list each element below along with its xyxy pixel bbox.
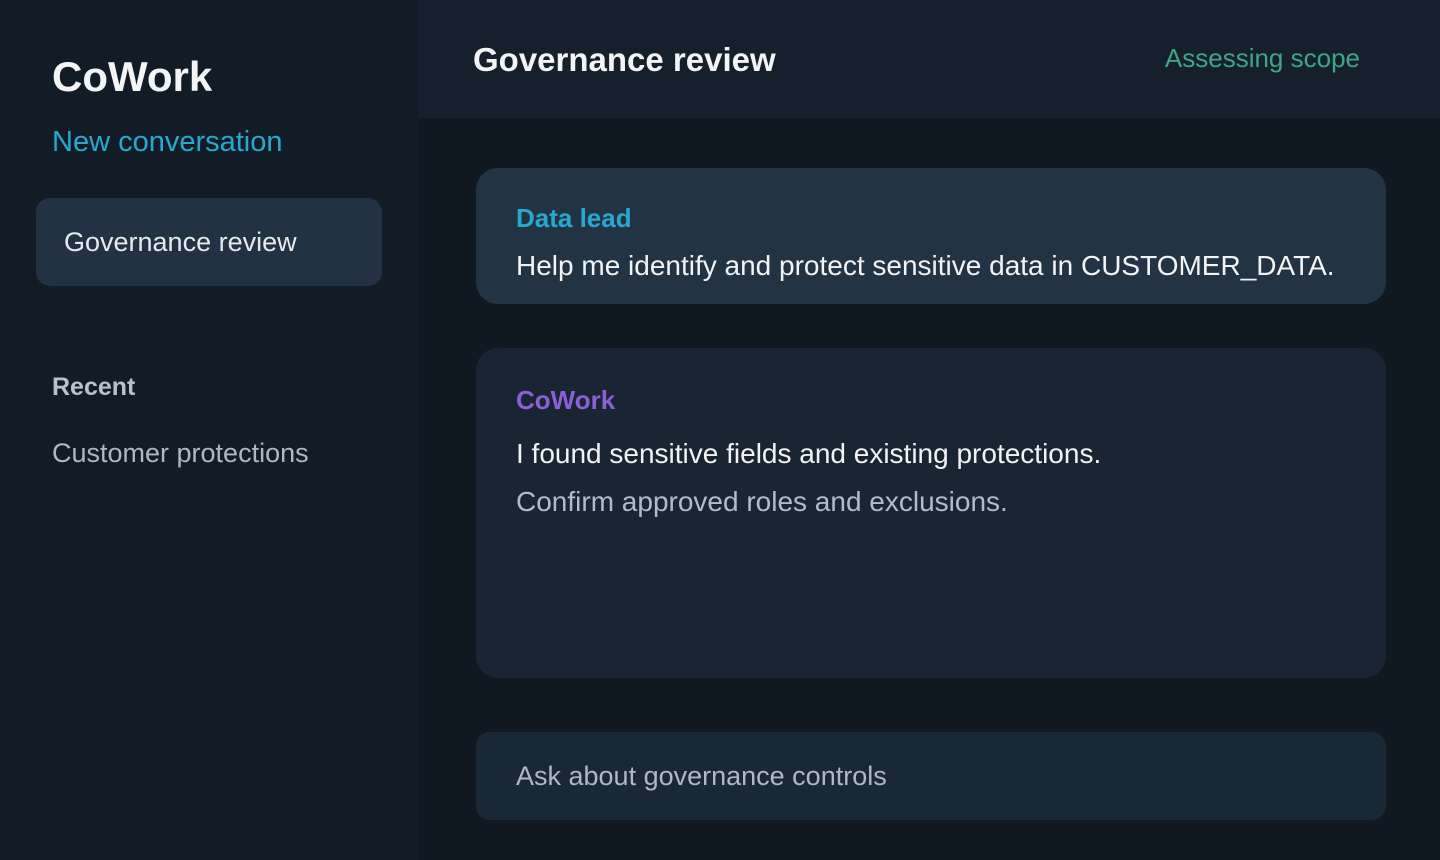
- recent-section-heading: Recent: [52, 373, 136, 401]
- conversation-pane: Governance review Assessing scope Data l…: [418, 0, 1440, 860]
- sidebar-item-label: Governance review: [64, 226, 297, 257]
- message-text: I found sensitive fields and existing pr…: [516, 438, 1102, 469]
- recent-item-customer-protections[interactable]: Customer protections: [52, 436, 309, 470]
- app-title: CoWork: [52, 53, 213, 100]
- message-input[interactable]: [516, 760, 1386, 792]
- message-assistant: CoWork I found sensitive fields and exis…: [476, 348, 1386, 678]
- message-user: Data lead Help me identify and protect s…: [476, 168, 1386, 304]
- page-title: Governance review: [473, 41, 776, 78]
- message-subtext: Confirm approved roles and exclusions.: [516, 486, 1008, 517]
- message-text: Help me identify and protect sensitive d…: [516, 250, 1335, 281]
- app-window: CoWork New conversation Governance revie…: [0, 0, 1440, 860]
- sidebar: CoWork New conversation Governance revie…: [0, 0, 418, 860]
- conversation-header: Governance review Assessing scope: [418, 0, 1440, 118]
- sidebar-item-governance-review[interactable]: Governance review: [36, 198, 382, 286]
- message-sender: Data lead: [516, 203, 632, 233]
- new-conversation-link[interactable]: New conversation: [52, 124, 283, 160]
- status-text: Assessing scope: [1164, 43, 1360, 73]
- message-composer[interactable]: [476, 732, 1386, 820]
- message-sender: CoWork: [516, 385, 616, 415]
